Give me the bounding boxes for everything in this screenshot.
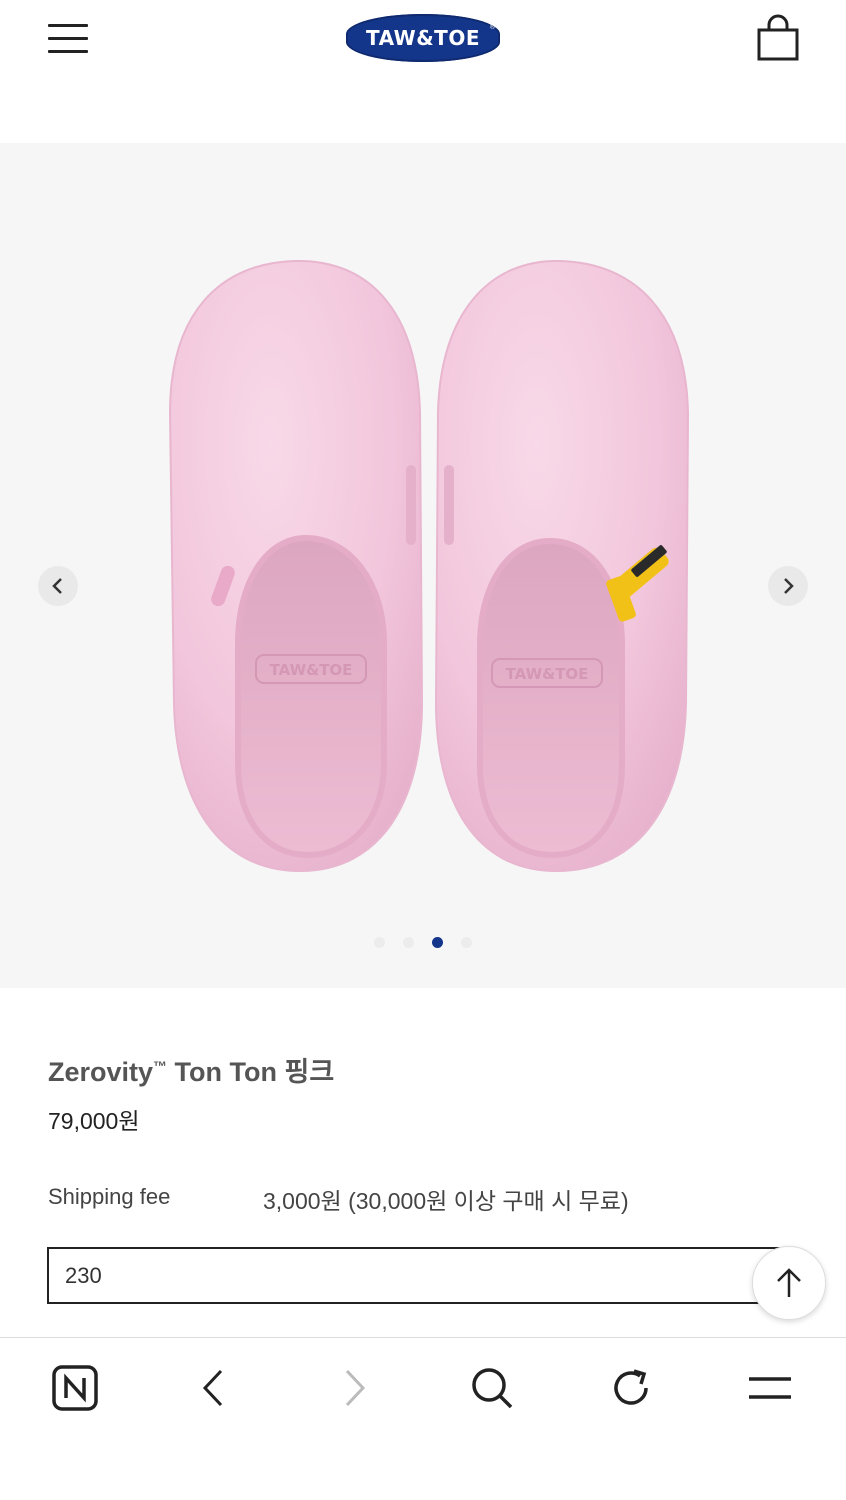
back-button[interactable]: [184, 1360, 244, 1416]
back-icon: [202, 1369, 223, 1407]
site-header: TAW&TOE ®: [0, 0, 846, 80]
arrow-up-icon: [777, 1268, 801, 1297]
gallery-next-button[interactable]: [768, 566, 808, 606]
reload-button[interactable]: [601, 1360, 661, 1416]
forward-icon: [345, 1369, 366, 1407]
logo-text: TAW&TOE: [366, 26, 480, 50]
insole-logo-right: TAW&TOE: [506, 665, 589, 683]
gallery-dot[interactable]: [374, 937, 385, 948]
naver-home-button[interactable]: [45, 1360, 105, 1416]
insole-logo-left: TAW&TOE: [270, 661, 353, 679]
chevron-left-icon: [52, 578, 62, 594]
product-image: TAW&TOE TAW&TOE: [168, 259, 690, 873]
gallery-dot[interactable]: [403, 937, 414, 948]
brand-logo[interactable]: TAW&TOE ®: [346, 14, 500, 62]
gallery-prev-button[interactable]: [38, 566, 78, 606]
naver-home-icon: [52, 1365, 98, 1411]
trademark-mark: ™: [153, 1058, 168, 1074]
forward-button[interactable]: [324, 1360, 384, 1416]
hamburger-menu-icon[interactable]: [48, 22, 90, 56]
product-image-gallery[interactable]: TAW&TOE TAW&TOE: [0, 143, 846, 988]
shipping-fee-value: 3,000원 (30,000원 이상 구매 시 무료): [263, 1188, 629, 1214]
browser-menu-button[interactable]: [740, 1360, 800, 1416]
shopping-bag-icon[interactable]: [756, 14, 800, 62]
search-button[interactable]: [462, 1360, 522, 1416]
product-name-rest: Ton Ton 핑크: [167, 1057, 335, 1087]
selected-size: 230: [65, 1262, 102, 1288]
logo-registered-mark: ®: [489, 24, 495, 31]
product-name: Zerovity: [48, 1057, 154, 1087]
gallery-dot[interactable]: [432, 937, 443, 948]
shipping-fee-label: Shipping fee: [48, 1184, 171, 1209]
page: TAW&TOE ® TAW&TOE TAW&TOE Zerovity™ Ton …: [0, 0, 846, 1500]
chevron-right-icon: [784, 578, 794, 594]
product-price: 79,000원: [48, 1108, 140, 1134]
reload-icon: [614, 1369, 648, 1405]
scroll-to-top-button[interactable]: [752, 1246, 826, 1320]
size-select[interactable]: 230: [47, 1247, 798, 1304]
browser-toolbar: [0, 1337, 846, 1500]
search-icon: [472, 1368, 513, 1409]
gallery-pagination: [0, 937, 846, 951]
gallery-dot[interactable]: [461, 937, 472, 948]
menu-icon: [749, 1377, 791, 1399]
product-title: Zerovity™ Ton Ton 핑크: [48, 1050, 334, 1089]
